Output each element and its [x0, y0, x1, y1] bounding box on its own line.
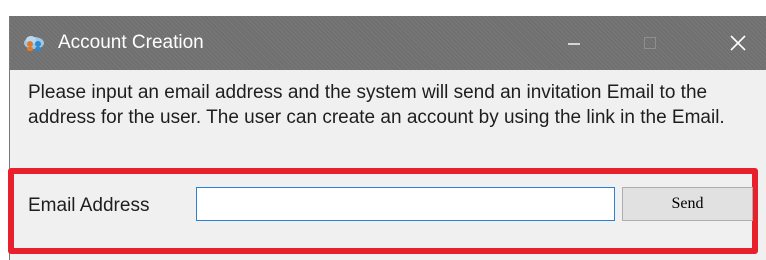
window-title: Account Creation — [58, 32, 204, 53]
send-button[interactable]: Send — [622, 187, 753, 221]
title-bar[interactable]: Account Creation — [10, 16, 766, 70]
maximize-icon — [644, 37, 656, 49]
email-address-label: Email Address — [28, 195, 150, 216]
close-icon — [730, 35, 746, 51]
email-address-input[interactable] — [196, 187, 615, 221]
minimize-button[interactable] — [546, 16, 602, 70]
instruction-text: Please input an email address and the sy… — [28, 82, 725, 128]
minimize-icon — [568, 43, 580, 45]
cloud-people-icon — [24, 36, 44, 51]
close-button[interactable] — [710, 16, 766, 70]
maximize-button[interactable] — [622, 16, 678, 70]
